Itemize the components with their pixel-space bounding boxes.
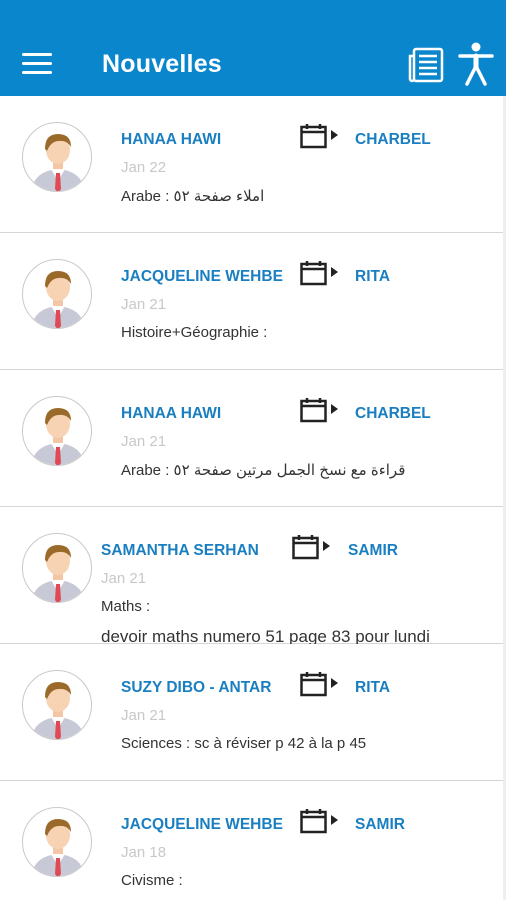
recipient-name[interactable]: RITA	[355, 268, 390, 286]
message-text: Maths :	[101, 598, 151, 615]
newspaper-icon[interactable]	[408, 46, 446, 84]
message-text: Sciences : sc à réviser p 42 à la p 45	[121, 735, 367, 752]
calendar-arrow-icon	[300, 809, 338, 834]
avatar-icon	[22, 807, 92, 877]
list-item[interactable]: HANAA HAWI CHARBEL Jan 22 Arabe : املاء …	[0, 96, 506, 233]
list-item[interactable]: JACQUELINE WEHBE RITA Jan 21 Histoire+Gé…	[0, 233, 506, 370]
calendar-arrow-icon	[292, 535, 330, 560]
menu-icon[interactable]	[22, 53, 52, 77]
avatar-icon	[22, 533, 92, 603]
message-text: Arabe : املاء صفحة ٥٢	[121, 188, 265, 205]
calendar-arrow-icon	[300, 398, 338, 423]
date-label: Jan 21	[121, 433, 167, 450]
calendar-arrow-icon	[300, 672, 338, 697]
avatar-icon	[22, 670, 92, 740]
recipient-name[interactable]: SAMIR	[348, 542, 398, 560]
news-feed: HANAA HAWI CHARBEL Jan 22 Arabe : املاء …	[0, 96, 506, 900]
date-label: Jan 22	[121, 159, 167, 176]
avatar-icon	[22, 259, 92, 329]
sender-name[interactable]: JACQUELINE WEHBE	[121, 816, 283, 834]
message-text: Civisme :	[121, 872, 183, 889]
list-item[interactable]: JACQUELINE WEHBE SAMIR Jan 18 Civisme :	[0, 781, 506, 900]
avatar-icon	[22, 396, 92, 466]
list-item[interactable]: SUZY DIBO - ANTAR RITA Jan 21 Sciences :…	[0, 644, 506, 781]
app-bar: Nouvelles	[0, 0, 506, 96]
message-text: Arabe : قراءة مع نسخ الجمل مرتين صفحة ٥٢	[121, 462, 406, 479]
calendar-arrow-icon	[300, 261, 338, 286]
date-label: Jan 21	[121, 296, 167, 313]
sender-name[interactable]: SAMANTHA SERHAN	[101, 542, 259, 560]
date-label: Jan 18	[121, 844, 167, 861]
sender-name[interactable]: SUZY DIBO - ANTAR	[121, 679, 271, 697]
date-label: Jan 21	[121, 707, 167, 724]
sender-name[interactable]: HANAA HAWI	[121, 131, 221, 149]
avatar-icon	[22, 122, 92, 192]
recipient-name[interactable]: RITA	[355, 679, 390, 697]
calendar-arrow-icon	[300, 124, 338, 149]
recipient-name[interactable]: SAMIR	[355, 816, 405, 834]
page-title: Nouvelles	[102, 50, 222, 78]
accessibility-icon[interactable]	[458, 42, 494, 86]
date-label: Jan 21	[101, 570, 147, 587]
recipient-name[interactable]: CHARBEL	[355, 405, 431, 423]
recipient-name[interactable]: CHARBEL	[355, 131, 431, 149]
list-item[interactable]: HANAA HAWI CHARBEL Jan 21 Arabe : قراءة …	[0, 370, 506, 507]
sender-name[interactable]: JACQUELINE WEHBE	[121, 268, 283, 286]
message-text: Histoire+Géographie :	[121, 324, 268, 341]
sender-name[interactable]: HANAA HAWI	[121, 405, 221, 423]
list-item[interactable]: SAMANTHA SERHAN SAMIR Jan 21 Maths : dev…	[0, 507, 506, 646]
